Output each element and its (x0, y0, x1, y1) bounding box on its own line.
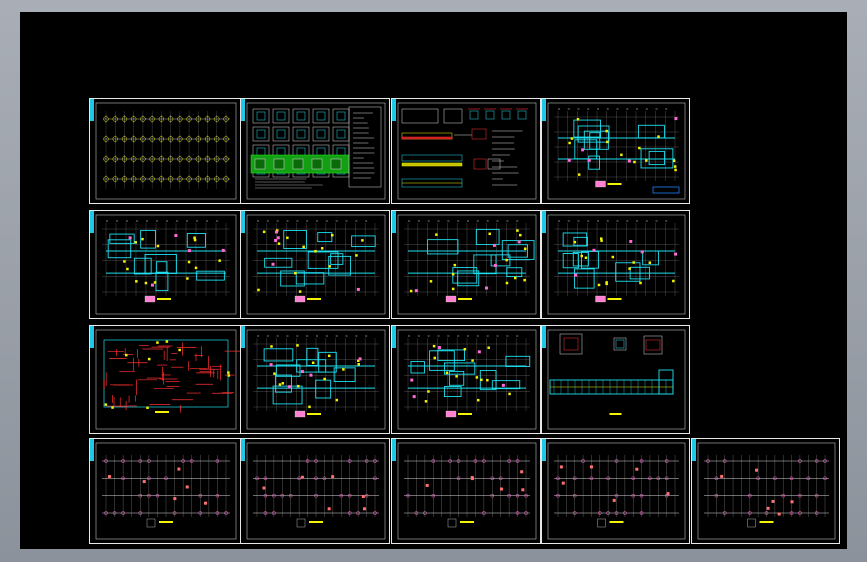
drawing-sheet-floor-plan[interactable] (541, 98, 690, 204)
sheet-linework (241, 211, 386, 315)
drawing-sheet-floor-plan-long[interactable] (89, 210, 241, 319)
sheet-linework (542, 211, 686, 315)
sheet-linework (90, 326, 240, 430)
drawing-sheet-floor-plan[interactable] (541, 210, 690, 319)
drawing-sheet-foundation-grid[interactable] (541, 438, 690, 544)
drawing-sheet-floor-plan[interactable] (240, 210, 390, 319)
drawing-canvas[interactable] (20, 12, 847, 549)
sheet-linework (90, 439, 237, 540)
drawing-sheet-floor-plan[interactable] (240, 325, 390, 434)
sheet-linework (241, 326, 386, 430)
drawing-sheet-detail-table[interactable] (240, 98, 390, 204)
sheet-linework (392, 99, 537, 200)
drawing-sheet-floor-plan[interactable] (391, 210, 541, 319)
drawing-sheet-foundation-grid[interactable] (391, 438, 541, 544)
drawing-sheet-column-grid[interactable] (89, 98, 241, 204)
sheet-linework (542, 326, 686, 430)
sheet-linework (90, 211, 237, 315)
sheet-linework (392, 439, 537, 540)
sheet-linework (392, 326, 537, 430)
drawing-sheet-floor-plan[interactable] (391, 325, 541, 434)
sheet-linework (542, 439, 686, 540)
sheet-linework (542, 99, 686, 200)
drawing-sheet-foundation-grid[interactable] (691, 438, 840, 544)
sheet-linework (692, 439, 836, 540)
drawing-sheet-foundation-grid[interactable] (89, 438, 241, 544)
drawing-sheet-rebar-plan[interactable] (89, 325, 241, 434)
sheet-linework (392, 211, 537, 315)
viewer-frame (0, 0, 867, 562)
drawing-sheet-beam-details[interactable] (391, 98, 541, 204)
sheet-linework (241, 99, 386, 200)
drawing-sheet-foundation-grid[interactable] (240, 438, 390, 544)
sheet-linework (241, 439, 386, 540)
drawing-sheet-section-details[interactable] (541, 325, 690, 434)
sheet-linework (90, 99, 237, 200)
